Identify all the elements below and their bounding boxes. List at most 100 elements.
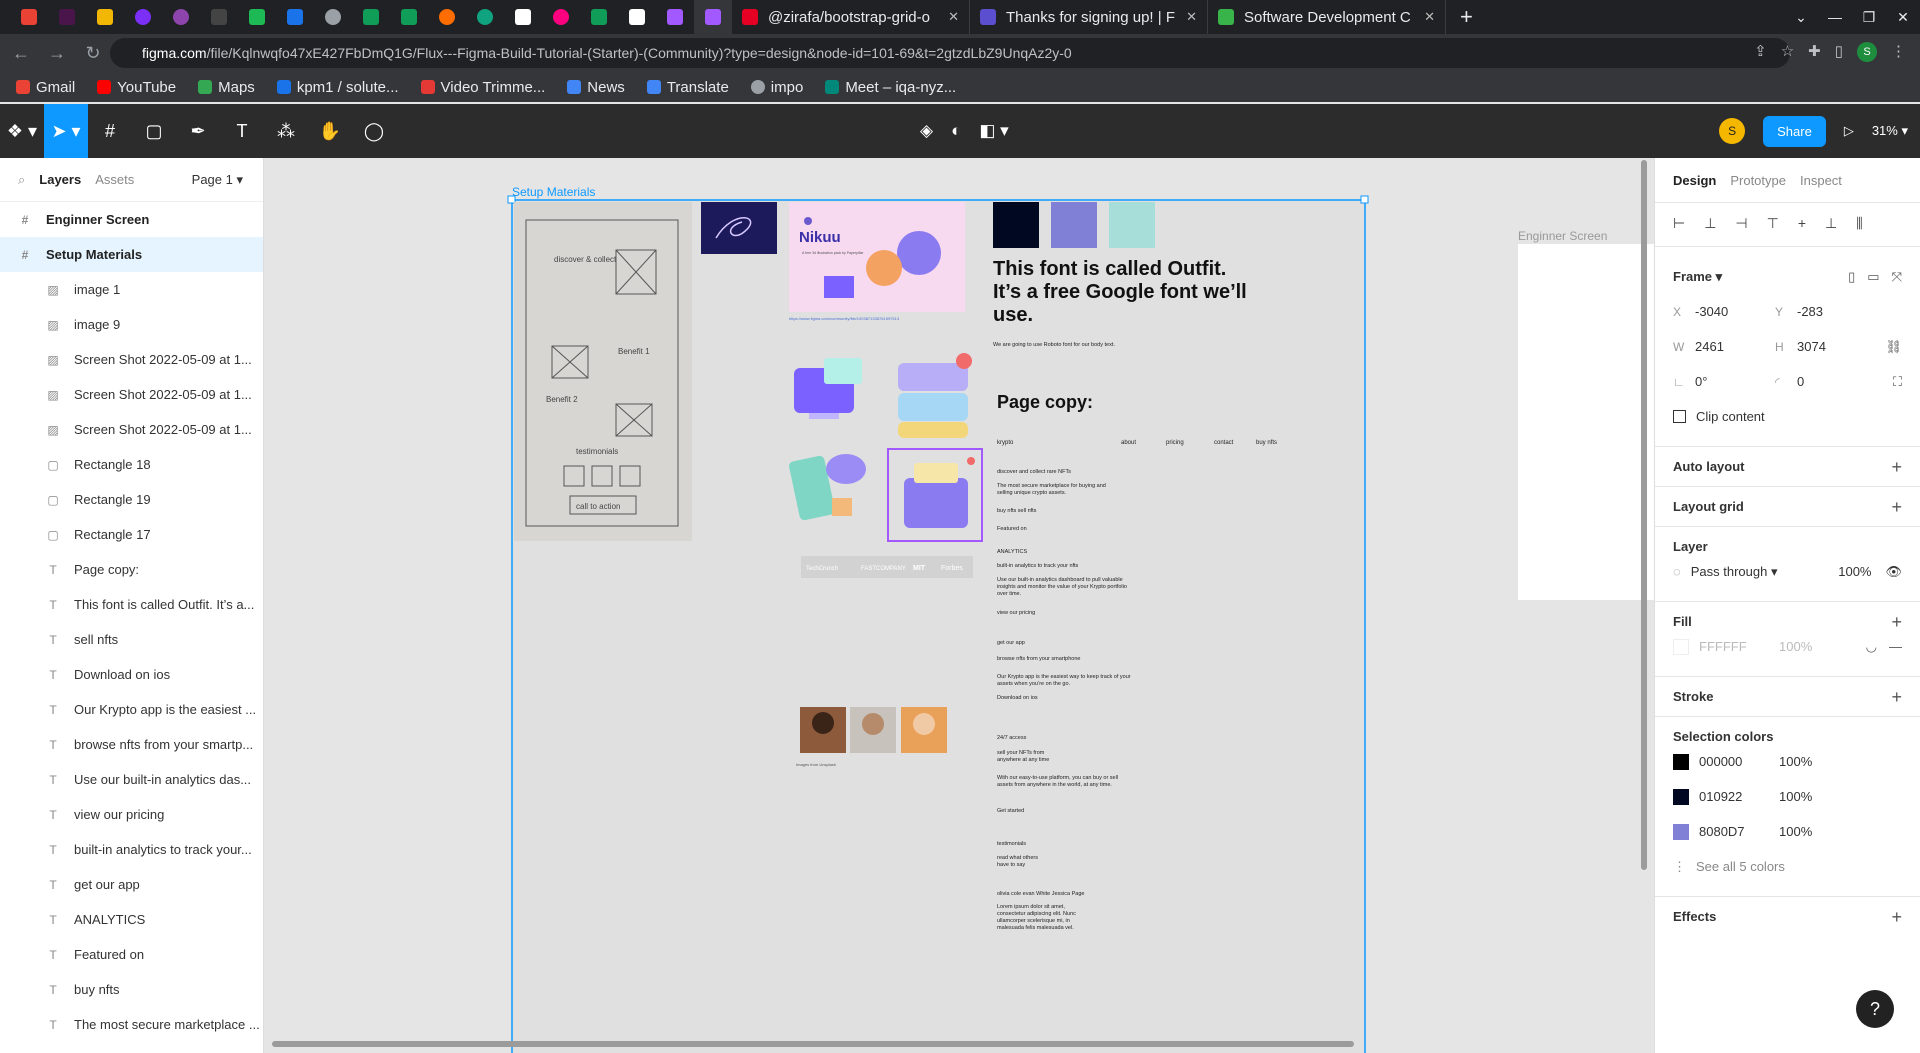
user-avatar[interactable]: S xyxy=(1719,118,1746,144)
tab-search-icon[interactable]: ⌄ xyxy=(1784,9,1818,26)
selection-color-row[interactable]: 010922 100% xyxy=(1673,779,1902,814)
tab-favicon-sheets-2[interactable] xyxy=(390,0,428,34)
shape-tool-icon[interactable]: ▢ xyxy=(132,104,176,158)
tab-favicon-purple[interactable] xyxy=(124,0,162,34)
tab-favicon-purple-2[interactable] xyxy=(162,0,200,34)
close-window-button[interactable]: ✕ xyxy=(1886,9,1920,26)
tab-favicon-notion[interactable] xyxy=(504,0,542,34)
reload-icon[interactable]: ↻ xyxy=(78,43,108,64)
tab-favicon-zap[interactable] xyxy=(86,0,124,34)
search-icon[interactable]: ⌕ xyxy=(18,172,25,188)
share-page-icon[interactable]: ⇪ xyxy=(1754,42,1767,62)
share-button[interactable]: Share xyxy=(1763,115,1826,147)
selection-color-opacity[interactable]: 100% xyxy=(1779,824,1812,839)
frame-label-enginner-screen[interactable]: Enginner Screen xyxy=(1518,229,1607,243)
close-icon[interactable]: ✕ xyxy=(948,9,959,25)
theme-icon[interactable]: ◐ xyxy=(951,121,961,141)
browser-tab-1[interactable]: @zirafa/bootstrap-grid-o ✕ xyxy=(732,0,970,34)
tab-favicon-gpt[interactable] xyxy=(466,0,504,34)
bookmark-gmail[interactable]: Gmail xyxy=(16,79,75,96)
portrait-icon[interactable]: ▯ xyxy=(1848,269,1855,285)
layer-item[interactable]: T The most secure marketplace ... xyxy=(0,1007,263,1042)
tab-prototype[interactable]: Prototype xyxy=(1730,173,1786,188)
copy-block-text[interactable]: olivia cole evan White Jessica Page xyxy=(997,891,1157,898)
close-icon[interactable]: ✕ xyxy=(1186,9,1197,25)
copy-block-text[interactable]: Get started xyxy=(997,808,1157,815)
copy-block-text[interactable]: discover and collect rare NFTs xyxy=(997,469,1157,476)
present-icon[interactable]: ▷ xyxy=(1844,123,1854,139)
resize-to-fit-icon[interactable]: ⤧ xyxy=(1892,269,1902,285)
tab-favicon-slack[interactable] xyxy=(48,0,86,34)
comment-tool-icon[interactable]: ◯ xyxy=(352,104,396,158)
align-top-icon[interactable]: ⊤ xyxy=(1767,215,1779,234)
layer-item[interactable]: ▢ Rectangle 19 xyxy=(0,482,263,517)
browser-tab-2[interactable]: Thanks for signing up! | F ✕ xyxy=(970,0,1208,34)
tab-design[interactable]: Design xyxy=(1673,173,1716,188)
layer-item[interactable]: ▨ Screen Shot 2022-05-09 at 1... xyxy=(0,377,263,412)
tab-favicon-globe[interactable] xyxy=(314,0,352,34)
tab-favicon-blue[interactable] xyxy=(276,0,314,34)
layer-item[interactable]: Tbuy nfts xyxy=(0,972,263,1007)
color-swatch-teal[interactable] xyxy=(1109,202,1155,248)
layer-item[interactable]: ▨ image 1 xyxy=(0,272,263,307)
copy-block-text[interactable]: built-in analytics to track your nfts xyxy=(997,563,1157,570)
tab-favicon-ex[interactable] xyxy=(618,0,656,34)
testimonial-photos[interactable] xyxy=(800,707,947,753)
selection-color-opacity[interactable]: 100% xyxy=(1779,754,1812,769)
rotation-input[interactable]: 0° xyxy=(1695,374,1775,389)
layer-item[interactable]: # Setup Materials xyxy=(0,237,263,272)
layer-item[interactable]: T ANALYTICS xyxy=(0,902,263,937)
selection-color-row[interactable]: 000000 100% xyxy=(1673,744,1902,779)
bookmark-star-icon[interactable]: ☆ xyxy=(1781,42,1794,62)
copy-block-text[interactable]: read what others have to say xyxy=(997,855,1042,869)
clip-content-checkbox[interactable] xyxy=(1673,410,1686,423)
layer-item[interactable]: Tbuilt-in analytics to track your... xyxy=(0,832,263,867)
layer-item[interactable]: ▨ image 9 xyxy=(0,307,263,342)
nav-pricing[interactable]: pricing xyxy=(1166,440,1184,446)
copy-block-text[interactable]: With our easy-to-use platform, you can b… xyxy=(997,775,1122,789)
tab-inspect[interactable]: Inspect xyxy=(1800,173,1842,188)
enginner-screen-frame[interactable] xyxy=(1518,244,1654,600)
frame-title[interactable]: Frame ▾ xyxy=(1673,269,1722,285)
illustration-cards[interactable] xyxy=(898,353,972,438)
fill-hex-input[interactable]: FFFFFF xyxy=(1699,639,1779,654)
align-bottom-icon[interactable]: ⊥ xyxy=(1825,215,1837,234)
radius-input[interactable]: 0 xyxy=(1797,374,1877,389)
layer-item[interactable]: T Featured on xyxy=(0,937,263,972)
x-input[interactable]: -3040 xyxy=(1695,304,1775,319)
tab-favicon-sheets[interactable] xyxy=(352,0,390,34)
tab-favicon-sheets-3[interactable] xyxy=(580,0,618,34)
font-sub-text[interactable]: We are going to use Roboto font for our … xyxy=(993,342,1123,349)
independent-corners-icon[interactable]: ⛶ xyxy=(1893,374,1902,390)
see-all-colors-link[interactable]: See all 5 colors xyxy=(1696,859,1785,874)
resources-icon[interactable]: ⁂ xyxy=(264,104,308,158)
tab-layers[interactable]: Layers xyxy=(39,172,81,187)
nikuu-banner-image[interactable]: Nikuu A free 3d illustration pack by Pap… xyxy=(789,202,965,312)
back-icon[interactable]: ← xyxy=(6,43,36,64)
sidepanel-icon[interactable]: ▯ xyxy=(1835,42,1843,62)
page-selector[interactable]: Page 1 ▾ xyxy=(192,172,243,188)
forward-icon[interactable]: → xyxy=(42,43,72,64)
profile-avatar[interactable]: S xyxy=(1857,42,1877,62)
copy-block-text[interactable]: The most secure marketplace for buying a… xyxy=(997,483,1107,497)
layer-item[interactable]: # Enginner Screen xyxy=(0,202,263,237)
copy-block-text[interactable]: ANALYTICS xyxy=(997,549,1157,556)
copy-block-text[interactable]: buy nfts sell nfts xyxy=(997,508,1157,515)
w-input[interactable]: 2461 xyxy=(1695,339,1775,354)
close-icon[interactable]: ✕ xyxy=(1424,9,1435,25)
selection-color-swatch[interactable] xyxy=(1673,823,1689,840)
selection-color-hex[interactable]: 8080D7 xyxy=(1699,824,1779,839)
add-fill-button[interactable]: + xyxy=(1891,612,1902,633)
vertical-scrollbar[interactable] xyxy=(1641,160,1647,870)
layer-item[interactable]: Tview our pricing xyxy=(0,797,263,832)
bookmark-maps[interactable]: Maps xyxy=(198,79,255,96)
h-input[interactable]: 3074 xyxy=(1797,339,1877,354)
copy-block-text[interactable]: Our Krypto app is the easiest way to kee… xyxy=(997,674,1142,688)
constrain-proportions-icon[interactable]: ⛓ xyxy=(1885,339,1902,355)
nav-about[interactable]: about xyxy=(1121,440,1136,446)
blend-mode-dropdown[interactable]: Pass through ▾ xyxy=(1691,564,1778,580)
copy-block-text[interactable]: Use our built-in analytics dashboard to … xyxy=(997,577,1137,598)
page-copy-title[interactable]: Page copy: xyxy=(997,392,1093,412)
boolean-ops-icon[interactable]: ◧ ▾ xyxy=(979,121,1008,141)
color-swatch-navy[interactable] xyxy=(993,202,1039,248)
